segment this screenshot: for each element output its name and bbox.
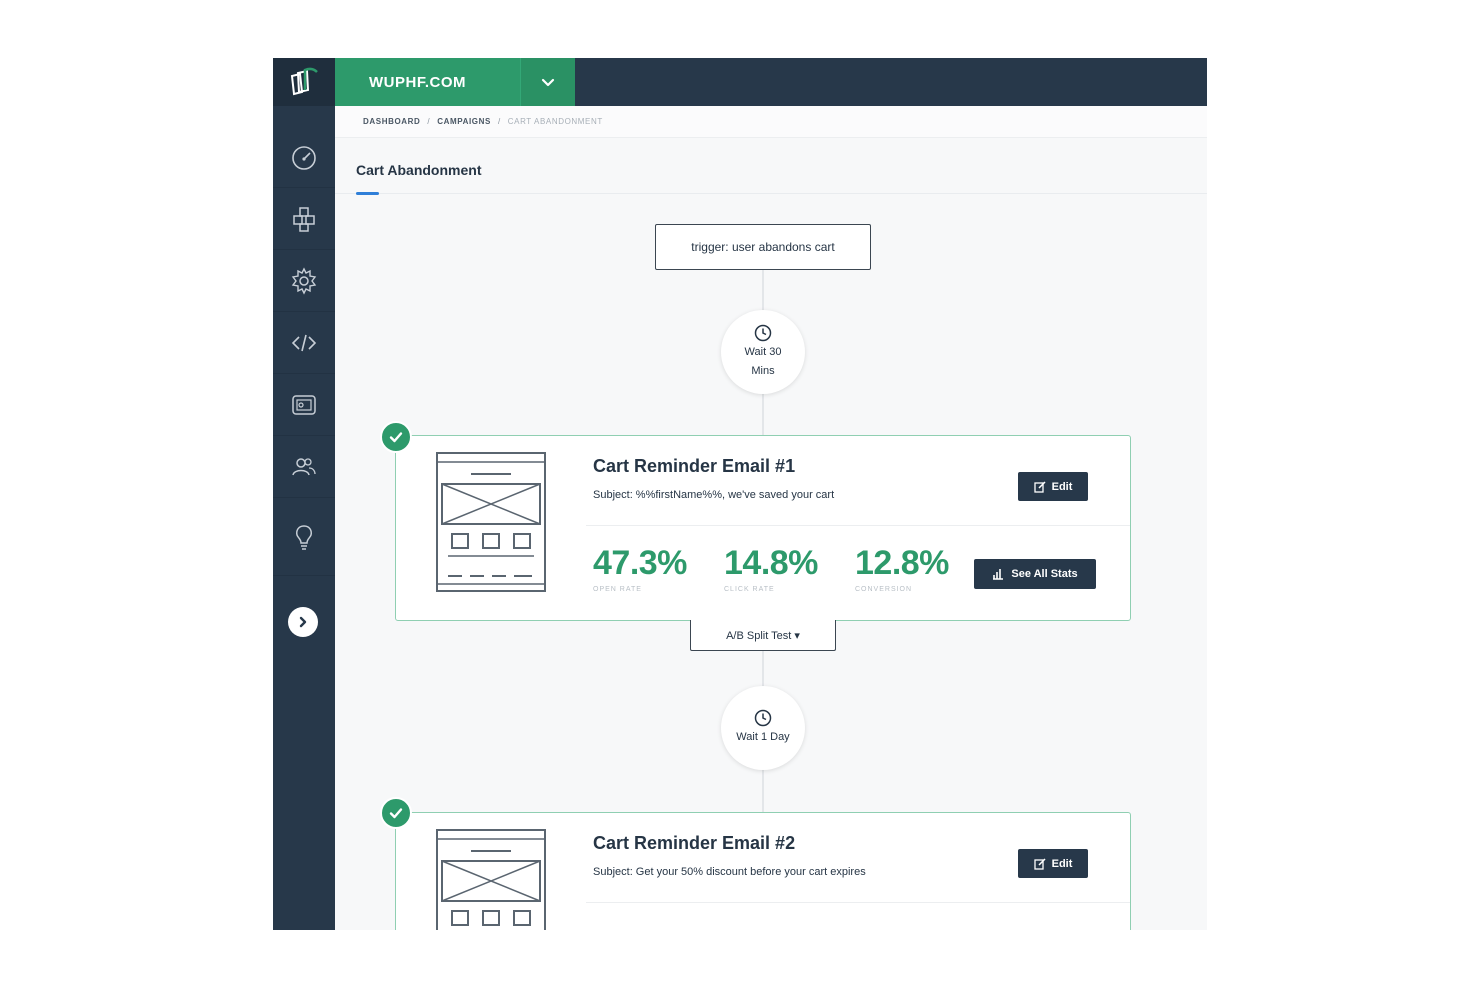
edit-button[interactable]: Edit: [1018, 849, 1088, 878]
clock-icon: [754, 709, 772, 727]
code-icon: [291, 334, 317, 351]
breadcrumb-separator: /: [497, 117, 501, 126]
edit-button[interactable]: Edit: [1018, 472, 1088, 501]
stat-label: OPEN RATE: [593, 586, 642, 593]
stat-conversion: 12.8% CONVERSION: [855, 544, 949, 593]
email-subject: Subject: Get your 50% discount before yo…: [593, 866, 866, 878]
logo-icon: [290, 67, 318, 96]
site-switcher[interactable]: WUPHF.COM: [335, 58, 575, 106]
sidebar-item-developer[interactable]: [273, 312, 335, 374]
checkmark-icon: [389, 808, 403, 819]
breadcrumb: DASHBOARD / CAMPAIGNS / CART ABANDONMENT: [335, 106, 1207, 138]
edit-label: Edit: [1051, 480, 1073, 493]
email-template-icon: [436, 829, 546, 930]
email-subject: Subject: %%firstName%%, we've saved your…: [593, 489, 835, 501]
sidebar: [273, 58, 335, 930]
card-divider: [586, 902, 1130, 903]
site-name: WUPHF.COM: [369, 73, 466, 91]
email-template-icon: [436, 452, 546, 592]
sidebar-item-campaigns[interactable]: [273, 188, 335, 250]
ab-split-test-dropdown[interactable]: A/B Split Test ▾: [690, 620, 836, 651]
app-window: WUPHF.COM DASHBOARD / CAMPAIGNS / CART A…: [273, 58, 1207, 930]
email-card[interactable]: Cart Reminder Email #1 Subject: %%firstN…: [395, 435, 1131, 621]
lightbulb-icon: [296, 525, 312, 550]
stat-value: 12.8%: [855, 544, 949, 582]
site-switcher-caret[interactable]: [520, 58, 575, 106]
clock-icon: [754, 324, 772, 341]
see-all-stats-button[interactable]: See All Stats: [974, 559, 1096, 589]
top-bar: WUPHF.COM: [335, 58, 1207, 106]
stat-label: CONVERSION: [855, 586, 913, 593]
sidebar-divider: [273, 575, 335, 576]
stat-label: CLICK RATE: [724, 586, 775, 593]
edit-icon: [1033, 480, 1046, 493]
sidebar-item-audience[interactable]: [273, 436, 335, 498]
breadcrumb-dashboard[interactable]: DASHBOARD: [363, 117, 420, 126]
card-divider: [586, 525, 1130, 526]
app-logo[interactable]: [273, 58, 335, 106]
users-icon: [292, 457, 316, 475]
chevron-right-icon: [299, 616, 307, 628]
edit-icon: [1033, 857, 1046, 870]
gauge-icon: [292, 145, 316, 170]
bar-chart-icon: [993, 569, 1004, 580]
page-header: Cart Abandonment: [335, 138, 1207, 195]
sidebar-item-dashboard[interactable]: [273, 126, 335, 188]
wait-node[interactable]: Wait 1 Day: [721, 686, 805, 770]
sidebar-item-settings[interactable]: [273, 250, 335, 312]
title-underline: [356, 192, 379, 195]
email-title: Cart Reminder Email #1: [593, 456, 796, 476]
email-title: Cart Reminder Email #2: [593, 833, 796, 853]
trigger-node[interactable]: trigger: user abandons cart: [655, 224, 871, 270]
page-title: Cart Abandonment: [356, 162, 482, 178]
wait-node[interactable]: Wait 30 Mins: [721, 310, 805, 394]
checkmark-icon: [389, 432, 403, 443]
wait-label: Wait 1 Day: [736, 731, 790, 743]
breadcrumb-current: CART ABANDONMENT: [507, 117, 603, 126]
gear-icon: [291, 266, 317, 295]
sidebar-item-templates[interactable]: [273, 374, 335, 436]
stat-value: 14.8%: [724, 544, 818, 582]
money-icon: [292, 394, 316, 415]
stat-open-rate: 47.3% OPEN RATE: [593, 544, 687, 593]
see-all-stats-label: See All Stats: [1011, 568, 1078, 580]
breadcrumb-separator: /: [427, 117, 431, 126]
status-complete-badge: [380, 421, 412, 453]
sidebar-expand-button[interactable]: [288, 607, 318, 637]
email-card[interactable]: Cart Reminder Email #2 Subject: Get your…: [395, 812, 1131, 930]
status-complete-badge: [380, 797, 412, 829]
stat-click-rate: 14.8% CLICK RATE: [724, 544, 818, 593]
wait-label: Wait 30 Mins: [744, 345, 782, 377]
sidebar-item-ideas[interactable]: [273, 506, 335, 568]
breadcrumb-campaigns[interactable]: CAMPAIGNS: [437, 117, 491, 126]
edit-label: Edit: [1051, 857, 1073, 870]
stat-value: 47.3%: [593, 544, 687, 582]
cubes-icon: [293, 206, 315, 232]
chevron-down-icon: [541, 78, 555, 87]
